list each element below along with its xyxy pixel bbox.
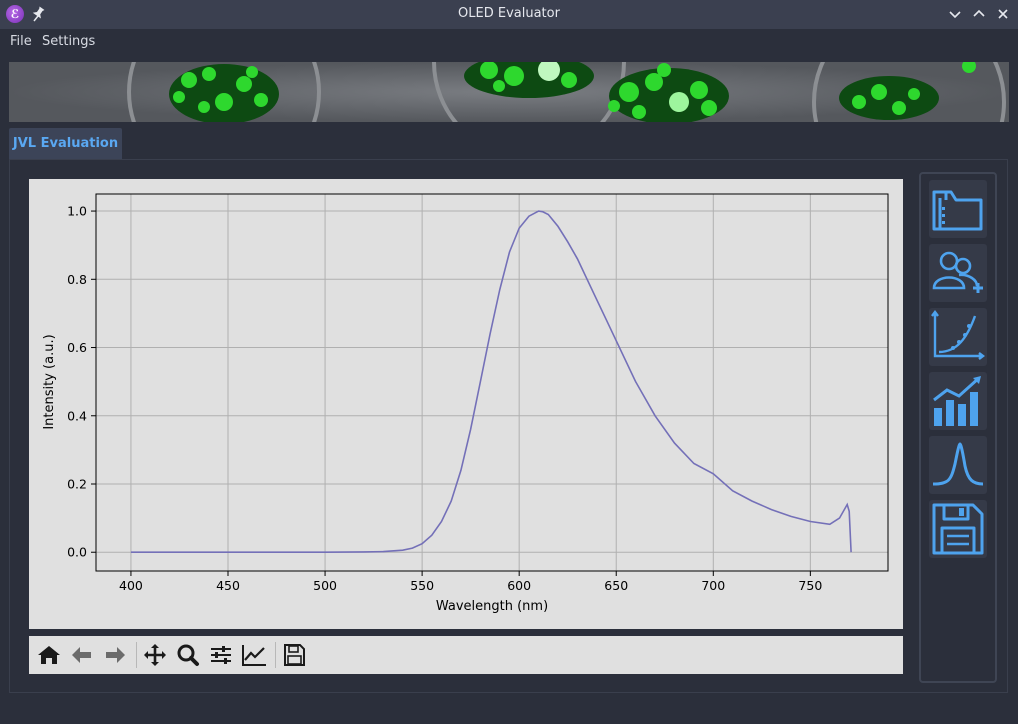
home-icon[interactable] bbox=[35, 642, 63, 668]
save-figure-icon[interactable] bbox=[280, 642, 308, 668]
close-icon[interactable] bbox=[994, 5, 1012, 23]
toolbar-separator bbox=[275, 642, 276, 668]
axes-frame bbox=[95, 193, 889, 572]
x-axis-label: Wavelength (nm) bbox=[436, 599, 548, 614]
y-tick-label: 0.2 bbox=[67, 477, 87, 492]
title-bar[interactable]: ℰ OLED Evaluator bbox=[0, 0, 1018, 29]
x-tick-label: 500 bbox=[313, 578, 337, 593]
save-icon[interactable] bbox=[929, 500, 987, 558]
y-tick-label: 0.8 bbox=[67, 272, 87, 287]
back-icon[interactable] bbox=[68, 642, 96, 668]
spectrum-plot[interactable]: 400 450 500 550 600 650 700 750 0.0 0.2 0.4 0.6 0.8 1… bbox=[29, 179, 903, 629]
spectrum-peak-icon[interactable] bbox=[929, 436, 987, 494]
pan-icon[interactable] bbox=[141, 642, 169, 668]
window-title: OLED Evaluator bbox=[458, 6, 560, 21]
menu-bar: File Settings bbox=[0, 29, 1018, 54]
zoom-icon[interactable] bbox=[174, 642, 202, 668]
y-tick-label: 0.4 bbox=[67, 408, 87, 423]
oled-banner-image bbox=[9, 62, 1009, 122]
menu-settings[interactable]: Settings bbox=[42, 34, 95, 49]
x-tick-label: 750 bbox=[798, 578, 822, 593]
curve-fit-icon[interactable] bbox=[929, 308, 987, 366]
x-tick-label: 550 bbox=[410, 578, 434, 593]
menu-file[interactable]: File bbox=[10, 34, 32, 49]
configure-subplots-icon[interactable] bbox=[207, 642, 235, 668]
spectrum-chart[interactable]: 400 450 500 550 600 650 700 750 0.0 0.2 0.4 0.6 0.8 1… bbox=[29, 179, 903, 629]
toolbar-separator bbox=[136, 642, 137, 668]
minimize-icon[interactable] bbox=[946, 5, 964, 23]
x-tick-label: 700 bbox=[701, 578, 725, 593]
spectrum-curve bbox=[130, 210, 852, 553]
maximize-icon[interactable] bbox=[970, 5, 988, 23]
tab-jvl-evaluation[interactable]: JVL Evaluation bbox=[9, 128, 122, 160]
folder-icon[interactable] bbox=[929, 180, 987, 238]
y-axis-label: Intensity (a.u.) bbox=[42, 334, 57, 429]
y-tick-label: 1.0 bbox=[67, 204, 87, 219]
x-tick-label: 400 bbox=[119, 578, 143, 593]
y-tick-label: 0.6 bbox=[67, 340, 87, 355]
x-tick-label: 450 bbox=[216, 578, 240, 593]
main-window: ℰ OLED Evaluator File Settings JVL Evalu… bbox=[0, 0, 1018, 724]
forward-icon[interactable] bbox=[101, 642, 129, 668]
x-tick-label: 650 bbox=[604, 578, 628, 593]
bar-chart-trend-icon[interactable] bbox=[929, 372, 987, 430]
x-tick-label: 600 bbox=[507, 578, 531, 593]
add-user-icon[interactable] bbox=[929, 244, 987, 302]
plot-navigation-toolbar bbox=[29, 636, 903, 674]
y-tick-label: 0.0 bbox=[67, 545, 87, 560]
edit-axis-icon[interactable] bbox=[240, 642, 268, 668]
